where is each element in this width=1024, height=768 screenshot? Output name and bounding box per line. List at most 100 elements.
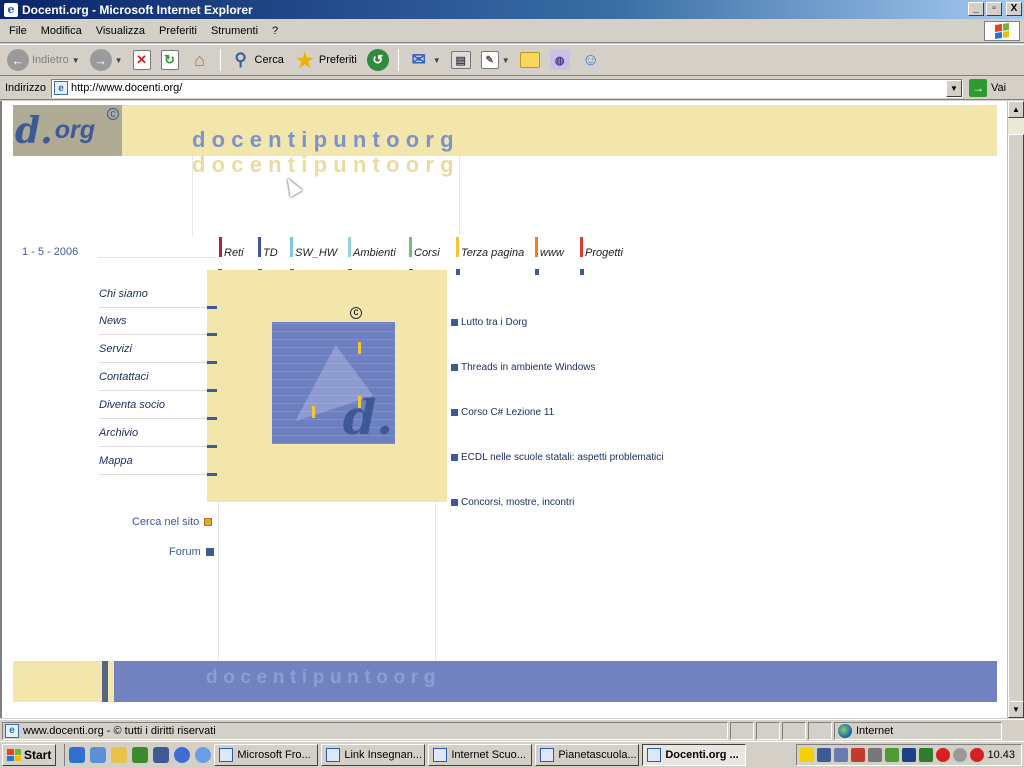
footer-left-block [13,661,102,702]
tab-td[interactable]: TD [258,237,278,261]
history-button[interactable]: ↺ [364,47,392,73]
nav-link-news[interactable]: News [99,315,217,336]
stop-button[interactable]: ✕ [130,47,154,73]
task-label: Internet Scuo... [451,749,526,761]
task-button[interactable]: Internet Scuo... [428,744,533,766]
tray-app-icon[interactable] [953,748,967,762]
network-icon[interactable] [834,748,848,762]
back-dropdown-icon[interactable]: ▼ [72,56,80,65]
mail-dropdown-icon[interactable]: ▼ [433,56,441,65]
close-button[interactable]: X [1006,2,1022,16]
news-item[interactable]: Corso C# Lezione 11 [451,407,554,418]
refresh-button[interactable]: ↻ [158,47,182,73]
address-dropdown-icon[interactable]: ▼ [946,79,962,97]
bullet-icon [451,319,458,326]
menu-preferiti[interactable]: Preferiti [152,23,204,39]
menu-help[interactable]: ? [265,23,285,39]
edit-button[interactable]: ✎ ▼ [478,47,513,73]
explorer-icon[interactable] [111,747,128,763]
forward-button[interactable]: → ▼ [87,47,126,73]
minimize-button[interactable]: _ [968,2,984,16]
home-button[interactable]: ⌂ [186,47,214,73]
search-site-link[interactable]: Cerca nel sito [132,516,213,528]
news-item[interactable]: Lutto tra i Dorg [451,317,527,328]
refresh-icon: ↻ [160,50,179,70]
bullet-icon [451,454,458,461]
nav-link-label: Diventa socio [99,399,166,411]
mail-button[interactable]: ✉ ▼ [405,47,444,73]
start-label: Start [24,748,52,762]
news-item[interactable]: Threads in ambiente Windows [451,362,596,373]
edit-dropdown-icon[interactable]: ▼ [502,56,510,65]
outlook-icon[interactable] [90,747,107,763]
favorites-button[interactable]: ★ Preferiti [291,47,360,73]
news-item[interactable]: ECDL nelle scuole statali: aspetti probl… [451,452,664,463]
tab-www[interactable]: www [535,237,564,261]
media-icon[interactable] [174,747,191,763]
tab-tick [580,269,584,275]
tab-reti[interactable]: Reti [219,237,244,261]
forward-dropdown-icon[interactable]: ▼ [115,56,123,65]
scroll-thumb[interactable] [1008,134,1024,702]
status-cell [730,721,754,740]
task-button-active[interactable]: Docenti.org ... [642,744,747,766]
news-item[interactable]: Concorsi, mostre, incontri [451,497,574,508]
task-button[interactable]: Microsoft Fro... [214,744,319,766]
nav-link-servizi[interactable]: Servizi [99,343,217,364]
go-button[interactable]: → Vai [969,79,1006,97]
nav-link-diventa-socio[interactable]: Diventa socio [99,399,217,420]
scroll-up-icon[interactable]: ▲ [1008,101,1024,118]
nav-link-archivio[interactable]: Archivio [99,427,217,448]
vertical-scrollbar[interactable]: ▲ ▼ [1007,101,1024,718]
tab-terza-pagina[interactable]: Terza pagina [456,237,524,261]
print-button[interactable]: ▤ [448,47,474,73]
tab-ambienti[interactable]: Ambienti [348,237,396,261]
tray-app-icon[interactable] [936,748,950,762]
settings-icon[interactable] [868,748,882,762]
network-icon[interactable] [153,747,170,763]
tray-app-icon[interactable] [919,748,933,762]
network-icon[interactable] [817,748,831,762]
back-button[interactable]: ← Indietro ▼ [4,47,83,73]
nav-tick [207,333,217,336]
tab-progetti[interactable]: Progetti [580,237,623,261]
nav-tick [207,361,217,364]
copyright-icon: c [107,108,119,120]
address-label: Indirizzo [5,82,46,94]
history-icon: ↺ [366,49,389,71]
tray-app-icon[interactable] [970,748,984,762]
maximize-button[interactable]: ▫ [986,2,1002,16]
site-logo[interactable]: d. org c [13,105,122,156]
tab-sw-hw[interactable]: SW_HW [290,237,337,261]
nav-tick [207,473,217,476]
start-button[interactable]: Start [2,744,57,766]
messenger-button[interactable]: ☺ [577,47,605,73]
tab-color-bar [258,237,261,257]
tab-color-bar [456,237,459,257]
warning-icon[interactable] [800,748,814,762]
window-icon [433,748,448,762]
tab-corsi[interactable]: Corsi [409,237,440,261]
ie-quicklaunch-icon[interactable] [69,747,86,763]
menu-modifica[interactable]: Modifica [34,23,89,39]
messenger-icon[interactable] [195,747,212,763]
tree-icon[interactable] [132,747,149,763]
nav-link-mappa[interactable]: Mappa [99,455,217,476]
address-input[interactable]: e http://www.docenti.org/ ▼ [51,78,963,98]
task-button[interactable]: Pianetascuola... [535,744,640,766]
printer-icon: ▤ [450,51,471,69]
scroll-down-icon[interactable]: ▼ [1008,701,1024,718]
nav-link-chi-siamo[interactable]: Chi siamo [99,288,217,309]
menu-strumenti[interactable]: Strumenti [204,23,265,39]
tray-app-icon[interactable] [902,748,916,762]
folder-button[interactable] [517,47,543,73]
research-button[interactable]: ◍ [547,47,573,73]
nav-link-contattaci[interactable]: Contattaci [99,371,217,392]
task-button[interactable]: Link Insegnan... [321,744,426,766]
forum-link[interactable]: Forum [169,546,214,558]
menu-visualizza[interactable]: Visualizza [89,23,152,39]
menu-file[interactable]: File [2,23,34,39]
search-button[interactable]: ⚲ Cerca [227,47,287,73]
tray-app-icon[interactable] [885,748,899,762]
disconnected-icon[interactable] [851,748,865,762]
